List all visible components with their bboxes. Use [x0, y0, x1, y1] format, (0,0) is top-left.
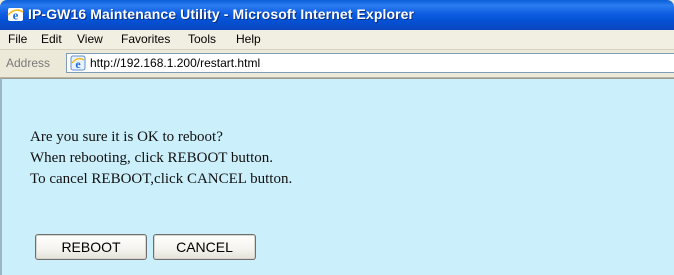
- ie-icon: e: [7, 6, 24, 23]
- menu-edit[interactable]: Edit: [41, 32, 62, 46]
- menu-file[interactable]: File: [8, 32, 27, 46]
- menu-bar: File Edit View Favorites Tools Help: [0, 30, 674, 50]
- address-field[interactable]: e http://192.168.1.200/restart.html: [66, 53, 674, 73]
- menu-favorites[interactable]: Favorites: [121, 32, 170, 46]
- reboot-button[interactable]: REBOOT: [35, 234, 147, 260]
- cancel-instruction: To cancel REBOOT,click CANCEL button.: [30, 171, 293, 187]
- address-bar: Address e http://192.168.1.200/restart.h…: [0, 50, 674, 78]
- menu-tools[interactable]: Tools: [188, 32, 216, 46]
- reboot-instruction: When rebooting, click REBOOT button.: [30, 150, 274, 166]
- title-bar: e IP-GW16 Maintenance Utility - Microsof…: [0, 0, 674, 30]
- page-content: Are you sure it is OK to reboot? When re…: [0, 78, 674, 275]
- browser-window: e IP-GW16 Maintenance Utility - Microsof…: [0, 0, 674, 275]
- confirm-question: Are you sure it is OK to reboot?: [30, 129, 223, 145]
- menu-view[interactable]: View: [77, 32, 103, 46]
- address-url[interactable]: http://192.168.1.200/restart.html: [90, 56, 260, 70]
- address-label: Address: [6, 56, 51, 70]
- ie-page-icon: e: [70, 55, 86, 71]
- menu-help[interactable]: Help: [236, 32, 261, 46]
- window-title: IP-GW16 Maintenance Utility - Microsoft …: [28, 6, 415, 22]
- cancel-button[interactable]: CANCEL: [153, 234, 256, 260]
